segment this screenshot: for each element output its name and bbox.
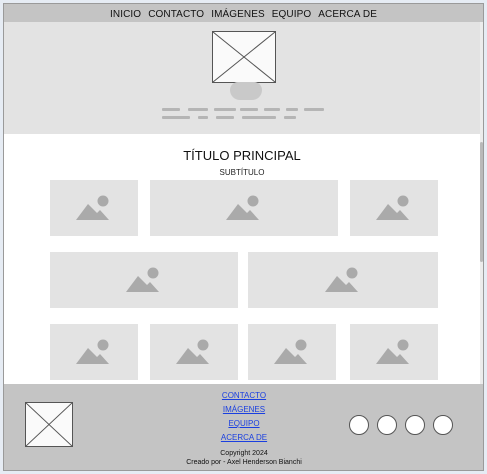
page-title: TÍTULO PRINCIPAL <box>183 148 301 163</box>
image-icon <box>274 339 307 364</box>
placeholder-text-line <box>284 116 296 119</box>
gallery-image[interactable] <box>50 324 138 380</box>
footer: CONTACTO IMÁGENES EQUIPO ACERCA DE Copyr… <box>4 384 483 470</box>
gallery-image[interactable] <box>50 252 238 308</box>
placeholder-text-line <box>188 108 208 111</box>
nav-link-inicio[interactable]: INICIO <box>110 9 141 20</box>
footer-link-imagenes[interactable]: IMÁGENES <box>194 403 294 417</box>
placeholder-text-line <box>304 108 324 111</box>
placeholder-text-line <box>162 108 180 111</box>
nav-link-imagenes[interactable]: IMÁGENES <box>211 9 265 20</box>
social-icon-2[interactable] <box>377 415 397 435</box>
placeholder-text-line <box>198 116 208 119</box>
gallery-image[interactable] <box>350 180 438 236</box>
placeholder-text-line <box>216 116 234 119</box>
wireframe-page: INICIO CONTACTO IMÁGENES EQUIPO ACERCA D… <box>3 3 484 471</box>
footer-link-contacto[interactable]: CONTACTO <box>194 389 294 403</box>
scrollbar-thumb[interactable] <box>480 142 483 262</box>
image-icon <box>376 195 409 220</box>
social-icon-4[interactable] <box>433 415 453 435</box>
gallery-image[interactable] <box>248 324 336 380</box>
hero-banner <box>4 22 480 134</box>
main-content: TÍTULO PRINCIPAL SUBTÍTULO <box>4 134 480 384</box>
hero-image-stand <box>230 82 262 100</box>
image-icon <box>325 267 358 292</box>
image-placeholder-icon <box>212 31 276 83</box>
image-icon <box>126 267 159 292</box>
social-icon-3[interactable] <box>405 415 425 435</box>
image-icon <box>226 195 259 220</box>
social-icon-1[interactable] <box>349 415 369 435</box>
image-icon <box>176 339 209 364</box>
credit-line: Creado por - Axel Henderson Bianchi <box>186 459 302 466</box>
gallery-image[interactable] <box>50 180 138 236</box>
copyright-text: Copyright 2024 Creado por - Axel Henders… <box>154 449 334 467</box>
nav-link-contacto[interactable]: CONTACTO <box>148 9 204 20</box>
gallery-image[interactable] <box>150 180 338 236</box>
footer-link-acerca-de[interactable]: ACERCA DE <box>194 431 294 445</box>
placeholder-text-line <box>286 108 298 111</box>
gallery-image[interactable] <box>248 252 438 308</box>
image-icon <box>76 339 109 364</box>
page-subtitle: SUBTÍTULO <box>219 168 265 177</box>
footer-links: CONTACTO IMÁGENES EQUIPO ACERCA DE <box>194 389 294 445</box>
placeholder-text-line <box>214 108 236 111</box>
gallery-image[interactable] <box>350 324 438 380</box>
placeholder-text-line <box>264 108 280 111</box>
image-icon <box>376 339 409 364</box>
gallery-image[interactable] <box>150 324 238 380</box>
nav-link-acerca-de[interactable]: ACERCA DE <box>318 9 377 20</box>
vertical-scrollbar[interactable] <box>480 22 483 384</box>
image-placeholder-icon <box>25 402 73 447</box>
copyright-line: Copyright 2024 <box>220 450 268 457</box>
footer-link-equipo[interactable]: EQUIPO <box>194 417 294 431</box>
top-nav: INICIO CONTACTO IMÁGENES EQUIPO ACERCA D… <box>4 4 483 22</box>
image-icon <box>76 195 109 220</box>
placeholder-text-line <box>242 116 276 119</box>
placeholder-text-line <box>240 108 258 111</box>
placeholder-text-line <box>162 116 190 119</box>
nav-link-equipo[interactable]: EQUIPO <box>272 9 312 20</box>
